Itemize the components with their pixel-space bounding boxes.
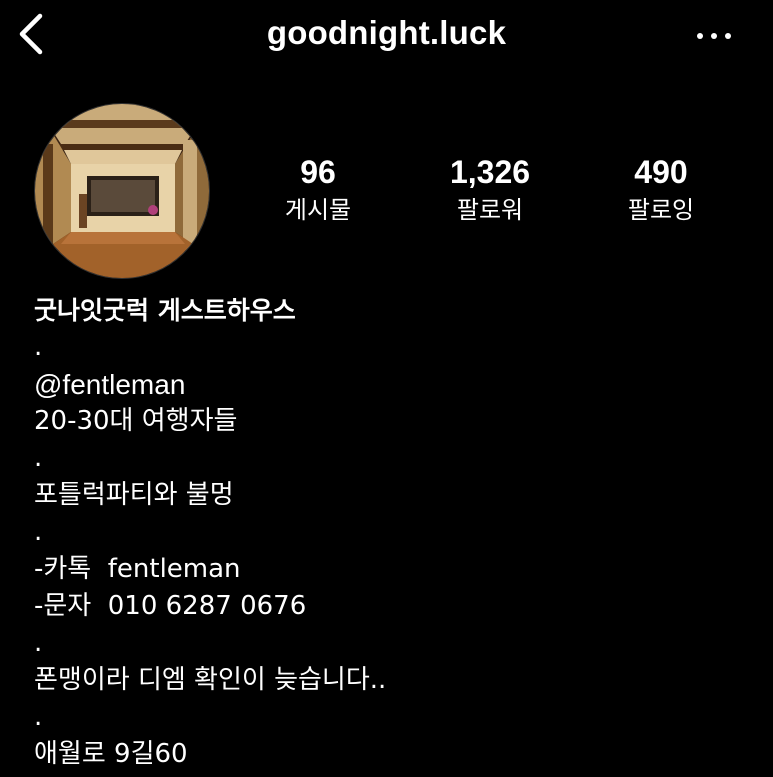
bio-line: -카톡 fentleman: [34, 554, 241, 584]
profile-display-name: 굿나잇굿럭 게스트하우스: [34, 296, 296, 325]
bio-line: 20-30대 여행자들: [34, 406, 238, 436]
avatar[interactable]: [34, 103, 210, 279]
more-horizontal-icon: [697, 33, 703, 39]
bio-line: 애월로 9길60: [34, 739, 188, 769]
posts-count[interactable]: 96 게시물: [238, 152, 398, 226]
followers-count-label: 팔로워: [456, 196, 524, 224]
followers-count-value: 1,326: [449, 154, 531, 190]
profile-header: goodnight.luck: [0, 0, 773, 72]
profile-username: goodnight.luck: [266, 14, 507, 51]
posts-count-label: 게시물: [284, 196, 352, 224]
bio-mention-link[interactable]: @fentleman: [34, 366, 754, 403]
bio-line: 포틀럭파티와 불멍: [34, 480, 234, 510]
following-count-label: 팔로잉: [627, 196, 695, 224]
bio-line: .: [34, 517, 43, 547]
bio-line: .: [34, 332, 43, 362]
followers-count[interactable]: 1,326 팔로워: [410, 152, 570, 226]
bio-line: 폰맹이라 디엠 확인이 늦습니다..: [34, 665, 387, 695]
following-count-value: 490: [634, 154, 688, 190]
posts-count-value: 96: [300, 154, 336, 190]
bio-line: -문자 010 6287 0676: [34, 591, 307, 621]
more-options-button[interactable]: [697, 20, 737, 50]
avatar-image: [35, 104, 209, 278]
bio-line: .: [34, 702, 43, 732]
bio-line: .: [34, 443, 43, 473]
profile-bio: 굿나잇굿럭 게스트하우스 . @fentleman 20-30대 여행자들 . …: [34, 292, 754, 773]
following-count[interactable]: 490 팔로잉: [581, 152, 741, 226]
bio-line: .: [34, 628, 43, 658]
